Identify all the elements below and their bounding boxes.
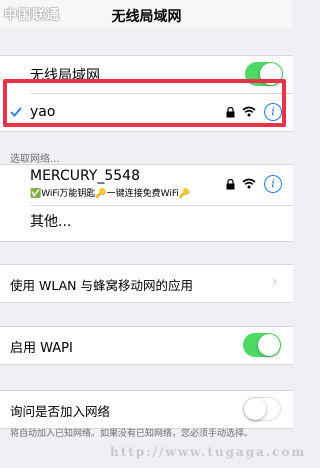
wifi-icon xyxy=(242,106,256,117)
network-subtitle: ✅WiFi万能钥匙🔑一键连接免费WiFi🔑 xyxy=(30,189,191,199)
ask-join-label: 询问是否加入网络 xyxy=(10,404,111,419)
status-bar: 中国联通 无线局域网 xyxy=(0,0,293,28)
switch-knob xyxy=(258,334,280,356)
wlan-apps-row[interactable]: 使用 WLAN 与蜂窝移动网的应用 › xyxy=(0,265,293,302)
wapi-switch[interactable] xyxy=(243,333,281,357)
wlan-toggle-label: 无线局域网 xyxy=(30,68,100,84)
wapi-group: 启用 WAPI xyxy=(0,326,293,365)
watermark: http://www.tugaga.com xyxy=(110,445,307,459)
ask-join-group: 询问是否加入网络 xyxy=(0,390,293,429)
ask-join-row: 询问是否加入网络 xyxy=(0,391,293,428)
wlan-apps-group: 使用 WLAN 与蜂窝移动网的应用 › xyxy=(0,264,293,303)
choose-network-header: 选取网络... xyxy=(10,154,60,165)
lock-icon xyxy=(226,179,235,190)
page-title: 无线局域网 xyxy=(111,9,182,25)
other-network-row[interactable]: 其他... xyxy=(0,205,293,241)
connected-network-row[interactable]: yao i xyxy=(0,93,293,131)
ask-join-footer: 将自动加入已知网络。如果没有已知网络，您必须手动选择。 xyxy=(10,429,254,439)
wlan-group: 无线局域网 yao i xyxy=(0,55,293,132)
wlan-apps-label: 使用 WLAN 与蜂窝移动网的应用 xyxy=(10,278,193,293)
wlan-toggle-row: 无线局域网 xyxy=(0,56,293,93)
ask-join-switch[interactable] xyxy=(243,397,281,421)
info-icon[interactable]: i xyxy=(264,175,282,193)
wapi-label: 启用 WAPI xyxy=(10,341,73,356)
lock-icon xyxy=(226,107,235,118)
info-icon[interactable]: i xyxy=(264,103,282,121)
checkmark-icon xyxy=(10,107,22,117)
chevron-right-icon: › xyxy=(272,274,278,290)
network-row[interactable]: MERCURY_5548 ✅WiFi万能钥匙🔑一键连接免费WiFi🔑 i xyxy=(0,165,293,205)
switch-knob xyxy=(244,398,266,420)
network-name: MERCURY_5548 xyxy=(30,168,140,184)
wifi-icon xyxy=(242,178,256,189)
wlan-toggle-switch[interactable] xyxy=(245,62,283,86)
network-list: MERCURY_5548 ✅WiFi万能钥匙🔑一键连接免费WiFi🔑 i 其他.… xyxy=(0,164,293,242)
wapi-row: 启用 WAPI xyxy=(0,327,293,364)
switch-knob xyxy=(260,63,282,85)
connected-network-name: yao xyxy=(30,104,56,120)
other-network-label: 其他... xyxy=(30,214,72,230)
